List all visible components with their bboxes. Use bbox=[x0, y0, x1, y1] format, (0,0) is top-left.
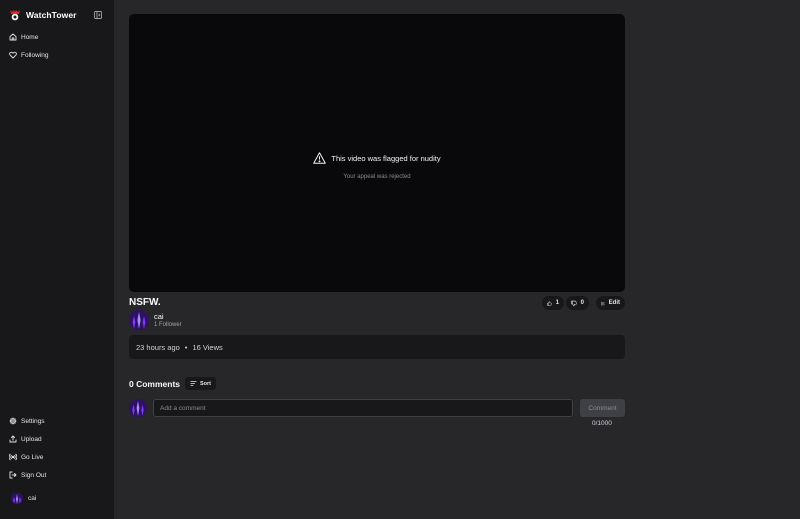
sign-out-icon bbox=[9, 471, 17, 479]
warning-icon bbox=[313, 152, 327, 164]
thumbs-up-icon bbox=[547, 300, 552, 306]
channel-avatar[interactable] bbox=[129, 310, 149, 330]
view-count: 16 Views bbox=[192, 342, 223, 352]
brand-name: WatchTower bbox=[26, 10, 77, 20]
comment-char-count: 0/1000 bbox=[592, 420, 612, 427]
sidebar: WatchTower Home Following Settings Uploa… bbox=[0, 0, 114, 519]
sidebar-item-label: Home bbox=[21, 33, 39, 41]
channel-name[interactable]: cai bbox=[154, 312, 182, 321]
brand[interactable]: WatchTower bbox=[9, 9, 77, 21]
flag-message: This video was flagged for nudity bbox=[129, 152, 625, 164]
appeal-status: Your appeal was rejected bbox=[343, 174, 411, 180]
like-count: 1 bbox=[555, 300, 559, 306]
home-icon bbox=[9, 33, 17, 41]
sidebar-item-label: Sign Out bbox=[21, 471, 47, 479]
watchtower-logo-icon bbox=[10, 10, 20, 21]
sidebar-item-go-live[interactable]: Go Live bbox=[9, 453, 43, 461]
dislike-button[interactable]: 0 bbox=[566, 296, 589, 310]
sidebar-item-settings[interactable]: Settings bbox=[9, 417, 45, 425]
channel-followers: 1 Follower bbox=[154, 322, 182, 328]
sort-button[interactable]: Sort bbox=[185, 377, 217, 390]
comment-avatar bbox=[129, 399, 147, 417]
broadcast-icon bbox=[9, 453, 17, 461]
sidebar-username: cai bbox=[28, 494, 37, 502]
sidebar-item-label: Settings bbox=[21, 417, 45, 425]
avatar-image bbox=[129, 310, 149, 330]
like-button[interactable]: 1 bbox=[542, 296, 564, 310]
reaction-buttons: 1 0 bbox=[542, 296, 589, 310]
thumbs-down-icon bbox=[571, 300, 577, 306]
video-title: NSFW. bbox=[129, 297, 161, 308]
heart-icon bbox=[9, 51, 17, 59]
upload-icon bbox=[9, 435, 17, 443]
posted-time: 23 hours ago bbox=[136, 342, 180, 352]
sidebar-user[interactable]: cai bbox=[11, 492, 36, 504]
sidebar-item-upload[interactable]: Upload bbox=[9, 435, 42, 443]
gear-icon bbox=[9, 417, 17, 425]
edit-label: Edit bbox=[608, 300, 620, 306]
sort-icon bbox=[190, 381, 197, 386]
avatar bbox=[11, 492, 23, 504]
sidebar-item-sign-out[interactable]: Sign Out bbox=[9, 471, 46, 479]
sort-label: Sort bbox=[200, 380, 212, 387]
channel-info: cai 1 Follower bbox=[129, 310, 182, 330]
sidebar-collapse-icon[interactable] bbox=[94, 11, 102, 19]
comments-header: 0 Comments Sort bbox=[129, 377, 217, 390]
meta-separator: • bbox=[184, 342, 188, 352]
flag-title: This video was flagged for nudity bbox=[331, 153, 441, 163]
sidebar-item-home[interactable]: Home bbox=[9, 33, 38, 41]
comment-input[interactable] bbox=[153, 399, 573, 417]
edit-icon bbox=[601, 301, 605, 305]
avatar-image bbox=[129, 399, 147, 417]
avatar-image bbox=[11, 493, 23, 504]
sidebar-item-label: Go Live bbox=[21, 453, 44, 461]
video-meta: 23 hours ago • 16 Views bbox=[129, 335, 625, 359]
edit-button[interactable]: Edit bbox=[596, 296, 625, 310]
comment-submit-button[interactable]: Comment bbox=[580, 399, 625, 417]
dislike-count: 0 bbox=[580, 300, 584, 306]
sidebar-item-following[interactable]: Following bbox=[9, 51, 48, 59]
sidebar-item-label: Following bbox=[21, 51, 49, 59]
video-player[interactable]: This video was flagged for nudity Your a… bbox=[129, 14, 625, 292]
sidebar-item-label: Upload bbox=[21, 435, 42, 443]
comments-count: 0 Comments bbox=[129, 378, 181, 389]
